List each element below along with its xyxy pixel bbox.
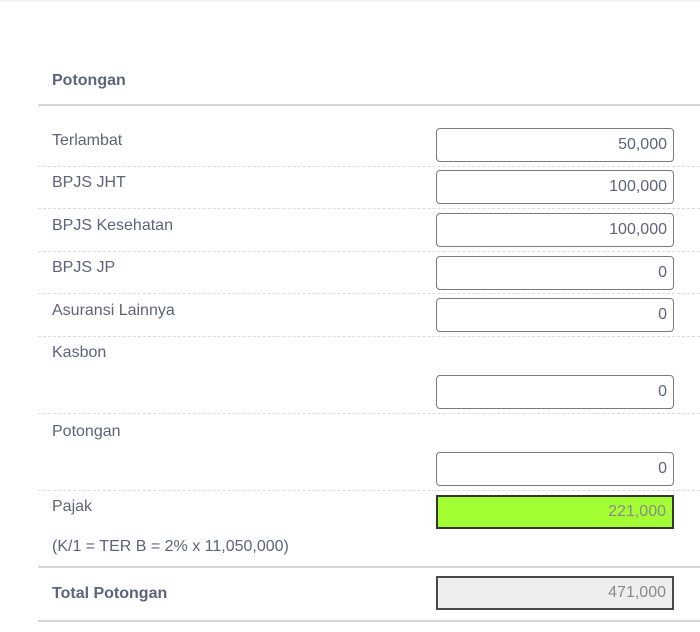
total-divider xyxy=(38,566,700,568)
pajak-calculation-note: (K/1 = TER B = 2% x 11,050,000) xyxy=(52,538,289,555)
bottom-divider xyxy=(38,620,700,622)
row-divider xyxy=(38,208,700,209)
bpjs-jp-input[interactable] xyxy=(436,256,674,290)
section-divider xyxy=(38,104,700,106)
label-terlambat: Terlambat xyxy=(52,132,123,149)
label-potongan: Potongan xyxy=(52,423,121,440)
asuransi-lainnya-input[interactable] xyxy=(436,298,674,332)
row-divider xyxy=(38,251,700,252)
label-bpjs-jp: BPJS JP xyxy=(52,259,116,276)
pajak-input[interactable] xyxy=(436,495,674,529)
row-divider xyxy=(38,336,700,337)
row-divider xyxy=(38,293,700,294)
row-divider xyxy=(38,413,700,414)
label-kasbon: Kasbon xyxy=(52,344,107,361)
section-title: Potongan xyxy=(52,72,126,89)
label-asuransi-lainnya: Asuransi Lainnya xyxy=(52,302,175,319)
row-divider xyxy=(38,490,700,491)
potongan-input[interactable] xyxy=(436,452,674,486)
label-total-potongan: Total Potongan xyxy=(52,585,168,602)
bpjs-kesehatan-input[interactable] xyxy=(436,213,674,247)
total-potongan-input[interactable] xyxy=(436,576,674,610)
label-bpjs-jht: BPJS JHT xyxy=(52,174,126,191)
label-bpjs-kesehatan: BPJS Kesehatan xyxy=(52,217,173,234)
deductions-panel: Potongan Terlambat BPJS JHT BPJS Kesehat… xyxy=(38,0,700,632)
kasbon-input[interactable] xyxy=(436,375,674,409)
label-pajak: Pajak xyxy=(52,498,93,515)
bpjs-jht-input[interactable] xyxy=(436,170,674,204)
terlambat-input[interactable] xyxy=(436,128,674,162)
row-divider xyxy=(38,166,700,167)
